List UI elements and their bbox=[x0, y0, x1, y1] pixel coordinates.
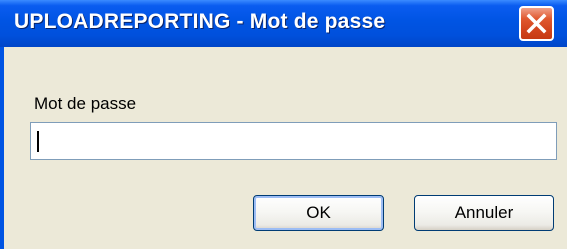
title-bar[interactable]: UPLOADREPORTING - Mot de passe bbox=[0, 0, 567, 47]
ok-button[interactable]: OK bbox=[253, 195, 384, 231]
password-label: Mot de passe bbox=[34, 94, 137, 113]
close-icon bbox=[526, 13, 547, 34]
window-title: UPLOADREPORTING - Mot de passe bbox=[14, 10, 386, 33]
text-caret bbox=[37, 131, 39, 152]
password-input[interactable] bbox=[30, 122, 557, 160]
close-button[interactable] bbox=[519, 6, 554, 41]
password-dialog: UPLOADREPORTING - Mot de passe Mot de pa… bbox=[0, 0, 567, 249]
cancel-button[interactable]: Annuler bbox=[414, 195, 554, 231]
